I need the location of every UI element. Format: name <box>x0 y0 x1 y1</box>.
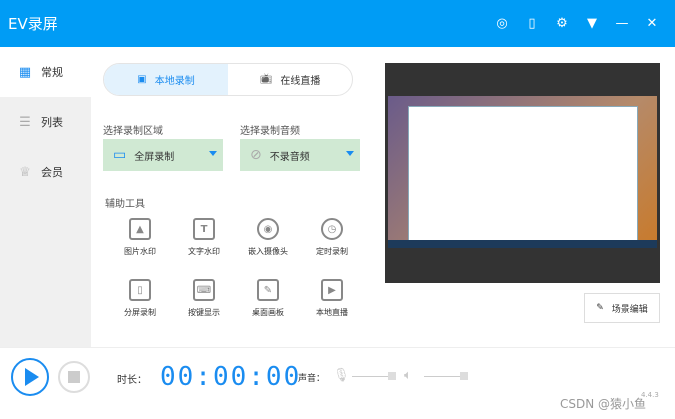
sidebar-item-general[interactable]: ▦ 常规 <box>0 47 91 97</box>
play-icon <box>25 368 39 386</box>
tool-split-screen[interactable]: ▯ 分屏录制 <box>108 279 172 318</box>
slider-handle[interactable] <box>388 372 396 380</box>
monitor-play-icon: ▶ <box>321 279 343 301</box>
tool-key-display[interactable]: ⌨ 按键显示 <box>172 279 236 318</box>
stop-button[interactable] <box>58 361 90 393</box>
grid-icon: ▦ <box>18 64 32 80</box>
microphone-icon: 🎙︎ <box>333 368 350 383</box>
tools-grid: ▲ 图片水印 T 文字水印 ◉ 嵌入摄像头 ◷ 定时录制 ▯ 分屏录制 ⌨ 按键显示 ✎ 桌面… <box>108 218 364 318</box>
easel-icon: ✎ <box>257 279 279 301</box>
audio-label: 选择录制音频 <box>240 126 300 137</box>
tool-local-live[interactable]: ▶ 本地直播 <box>300 279 364 318</box>
tab-live-stream[interactable]: 📺︎ 在线直播 <box>228 64 352 95</box>
sidebar-item-list[interactable]: ☰ 列表 <box>0 97 91 147</box>
version-label: 4.4.3 <box>641 391 659 399</box>
phone-icon[interactable]: ▯ <box>523 14 541 32</box>
duration-label: 时长： <box>117 375 147 386</box>
image-icon: ▲ <box>129 218 151 240</box>
split-icon: ▯ <box>129 279 151 301</box>
stop-icon <box>68 371 80 383</box>
tool-whiteboard[interactable]: ✎ 桌面画板 <box>236 279 300 318</box>
app-title: EV录屏 <box>8 15 58 33</box>
area-select[interactable]: ▭ 全屏录制 <box>103 139 223 171</box>
tool-timer-record[interactable]: ◷ 定时录制 <box>300 218 364 257</box>
speaker-icon: 🔈︎ <box>404 368 412 383</box>
speaker-volume-slider[interactable] <box>424 372 468 380</box>
tools-label: 辅助工具 <box>105 199 145 210</box>
keyboard-icon: ⌨ <box>193 279 215 301</box>
tv-icon: 📺︎ <box>259 74 273 85</box>
tool-image-watermark[interactable]: ▲ 图片水印 <box>108 218 172 257</box>
text-icon: T <box>193 218 215 240</box>
mode-tabs: ▣ 本地录制 📺︎ 在线直播 <box>103 63 353 96</box>
webcam-icon: ◉ <box>257 218 279 240</box>
crown-icon: ♕ <box>19 164 31 180</box>
alarm-icon: ◷ <box>321 218 343 240</box>
desktop-preview <box>388 96 657 248</box>
preview-window <box>408 106 638 246</box>
audio-select[interactable]: ⊘ 不录音频 <box>240 139 360 171</box>
chevron-down-icon <box>209 151 217 156</box>
play-button[interactable] <box>11 358 49 396</box>
watermark: CSDN @猿小鱼 <box>560 397 647 411</box>
tab-local-record[interactable]: ▣ 本地录制 <box>104 64 228 95</box>
user-icon[interactable]: ◎ <box>493 14 511 32</box>
scene-edit-button[interactable]: ✎ 场景编辑 <box>584 293 660 323</box>
mute-icon: ⊘ <box>250 147 262 163</box>
slider-handle[interactable] <box>460 372 468 380</box>
preview-taskbar <box>388 240 657 248</box>
tool-text-watermark[interactable]: T 文字水印 <box>172 218 236 257</box>
dropdown-icon[interactable]: ▼ <box>583 14 601 32</box>
chevron-down-icon <box>346 151 354 156</box>
area-label: 选择录制区域 <box>103 126 163 137</box>
mic-volume-slider[interactable] <box>352 372 396 380</box>
timer-display: 00:00:00 <box>160 362 302 392</box>
title-bar: EV录屏 ◎ ▯ ⚙ ▼ — ✕ <box>0 0 675 47</box>
video-icon: ▣ <box>137 74 147 85</box>
sidebar-item-member[interactable]: ♕ 会员 <box>0 147 91 197</box>
tool-webcam[interactable]: ◉ 嵌入摄像头 <box>236 218 300 257</box>
list-icon: ☰ <box>19 114 31 130</box>
monitor-icon: ▭ <box>113 147 127 163</box>
preview-panel <box>385 63 660 283</box>
gear-icon[interactable]: ⚙ <box>553 14 571 32</box>
volume-label: 声音： <box>298 374 326 384</box>
edit-icon: ✎ <box>596 303 604 313</box>
minimize-icon[interactable]: — <box>613 14 631 32</box>
sidebar: ▦ 常规 ☰ 列表 ♕ 会员 <box>0 47 91 347</box>
close-icon[interactable]: ✕ <box>643 14 661 32</box>
